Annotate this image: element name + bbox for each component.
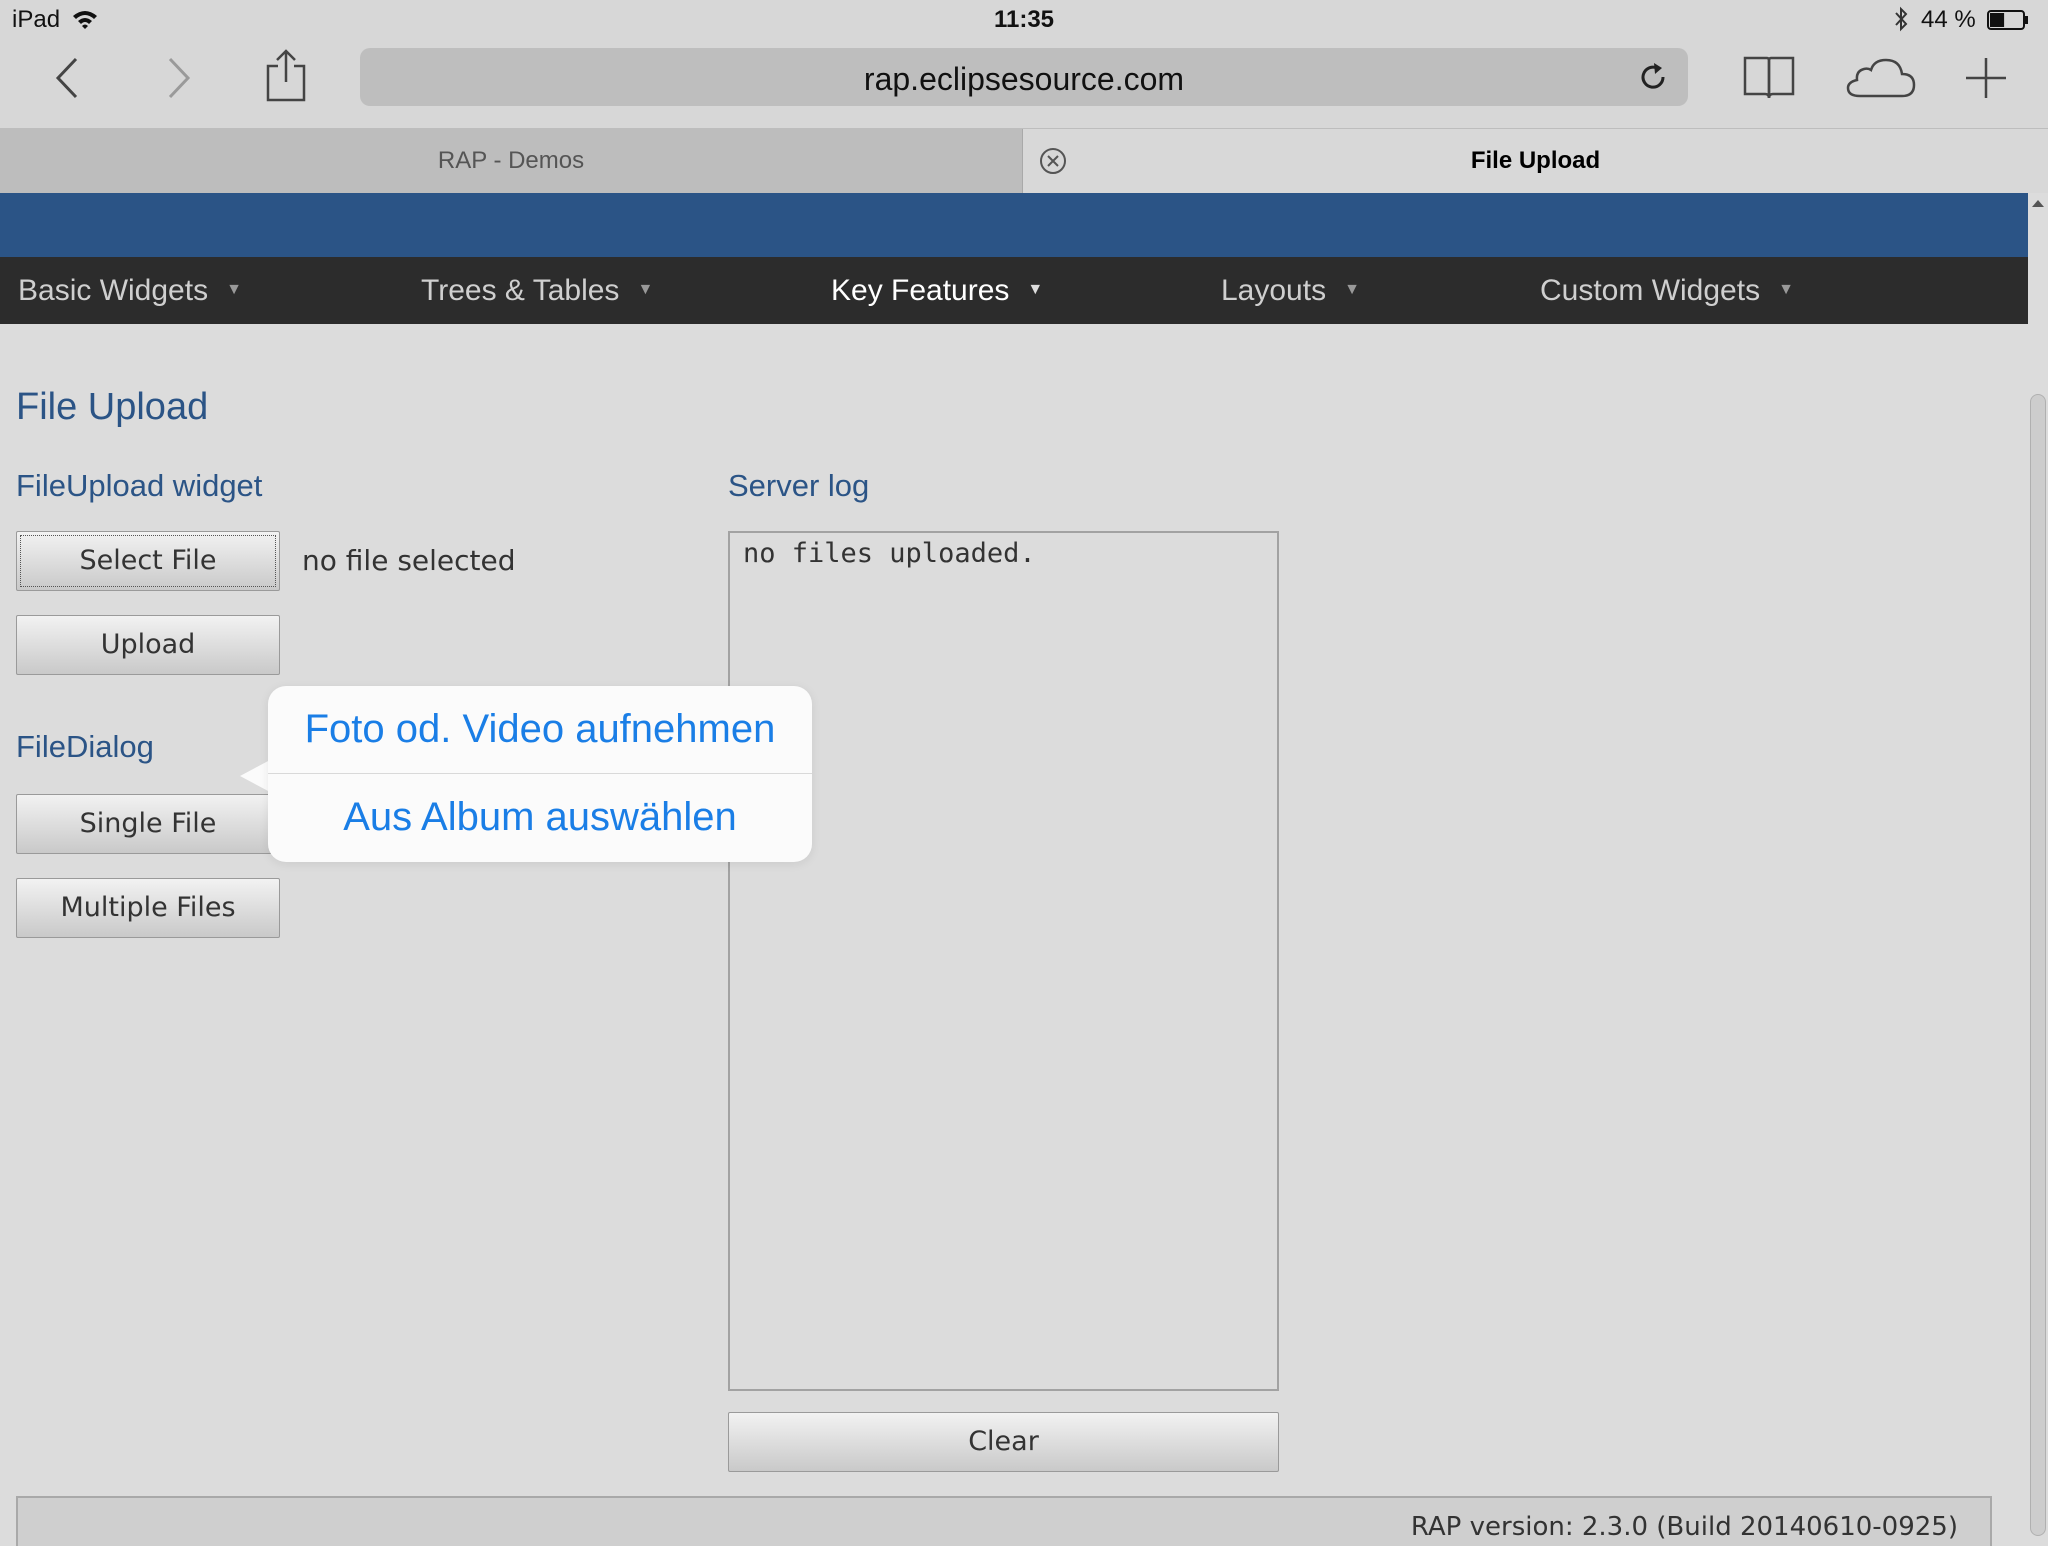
page-header-banner [0, 193, 2028, 257]
nav-basic-widgets[interactable]: Basic Widgets ▼ [18, 257, 242, 324]
take-photo-video-option[interactable]: Foto od. Video aufnehmen [268, 686, 812, 773]
battery-percent: 44 % [1921, 6, 1976, 34]
caret-down-icon: ▼ [226, 256, 242, 323]
nav-custom-widgets[interactable]: Custom Widgets ▼ [1540, 257, 1794, 324]
nav-label: Basic Widgets [18, 274, 208, 307]
clock: 11:35 [0, 6, 2048, 34]
version-text: RAP version: 2.3.0 (Build 20140610-0925) [1411, 1512, 1958, 1542]
filedialog-heading: FileDialog [16, 729, 154, 765]
file-status-text: no file selected [302, 544, 516, 577]
back-icon[interactable] [54, 56, 80, 100]
server-log-textarea[interactable]: no files uploaded. [728, 531, 1279, 1391]
cloud-tabs-icon[interactable] [1846, 56, 1916, 98]
fileupload-heading: FileUpload widget [16, 468, 262, 504]
main-content: File Upload FileUpload widget Select Fil… [0, 324, 2028, 1536]
caret-down-icon: ▼ [1778, 256, 1794, 323]
main-navigation: Basic Widgets ▼ Trees & Tables ▼ Key Featu… [0, 257, 2028, 324]
footer-bar: RAP version: 2.3.0 (Build 20140610-0925) [16, 1496, 1992, 1546]
clear-button[interactable]: Clear [728, 1412, 1279, 1472]
page-title: File Upload [16, 386, 208, 429]
scrollbar-thumb[interactable] [2030, 394, 2046, 1536]
bookmarks-icon[interactable] [1742, 54, 1796, 100]
caret-down-icon: ▼ [1344, 256, 1360, 323]
nav-key-features[interactable]: Key Features ▼ [831, 257, 1043, 324]
tab-rap-demos[interactable]: RAP - Demos [0, 129, 1023, 193]
caret-down-icon: ▼ [1027, 256, 1043, 323]
status-bar: iPad 11:35 44 % [0, 0, 2048, 42]
caret-down-icon: ▼ [637, 256, 653, 323]
popover-arrow [240, 760, 270, 792]
battery-icon [1987, 10, 2029, 30]
bluetooth-icon [1893, 6, 1909, 32]
tab-bar: RAP - Demos File Upload [0, 128, 2048, 194]
browser-toolbar: rap.eclipsesource.com [0, 42, 2048, 128]
address-bar[interactable]: rap.eclipsesource.com [360, 48, 1688, 106]
nav-label: Trees & Tables [421, 274, 619, 307]
upload-button[interactable]: Upload [16, 615, 280, 675]
nav-label: Key Features [831, 274, 1009, 307]
share-icon[interactable] [264, 48, 308, 104]
file-source-popover: Foto od. Video aufnehmen Aus Album auswä… [268, 686, 812, 862]
forward-icon[interactable] [166, 56, 192, 100]
nav-label: Layouts [1221, 274, 1326, 307]
server-log-heading: Server log [728, 468, 869, 504]
select-file-button[interactable]: Select File [16, 531, 280, 591]
url-text: rap.eclipsesource.com [360, 61, 1688, 98]
nav-layouts[interactable]: Layouts ▼ [1221, 257, 1360, 324]
close-tab-icon[interactable] [1039, 147, 1067, 175]
log-text: no files uploaded. [743, 538, 1036, 569]
nav-label: Custom Widgets [1540, 274, 1760, 307]
scroll-up-arrow-icon[interactable] [2031, 198, 2045, 208]
single-file-button[interactable]: Single File [16, 794, 280, 854]
reload-icon[interactable] [1638, 62, 1668, 92]
new-tab-icon[interactable] [1964, 56, 2008, 100]
tab-file-upload[interactable]: File Upload [1023, 129, 2048, 193]
choose-from-album-option[interactable]: Aus Album auswählen [268, 774, 812, 861]
nav-trees-tables[interactable]: Trees & Tables ▼ [421, 257, 653, 324]
multiple-files-button[interactable]: Multiple Files [16, 878, 280, 938]
